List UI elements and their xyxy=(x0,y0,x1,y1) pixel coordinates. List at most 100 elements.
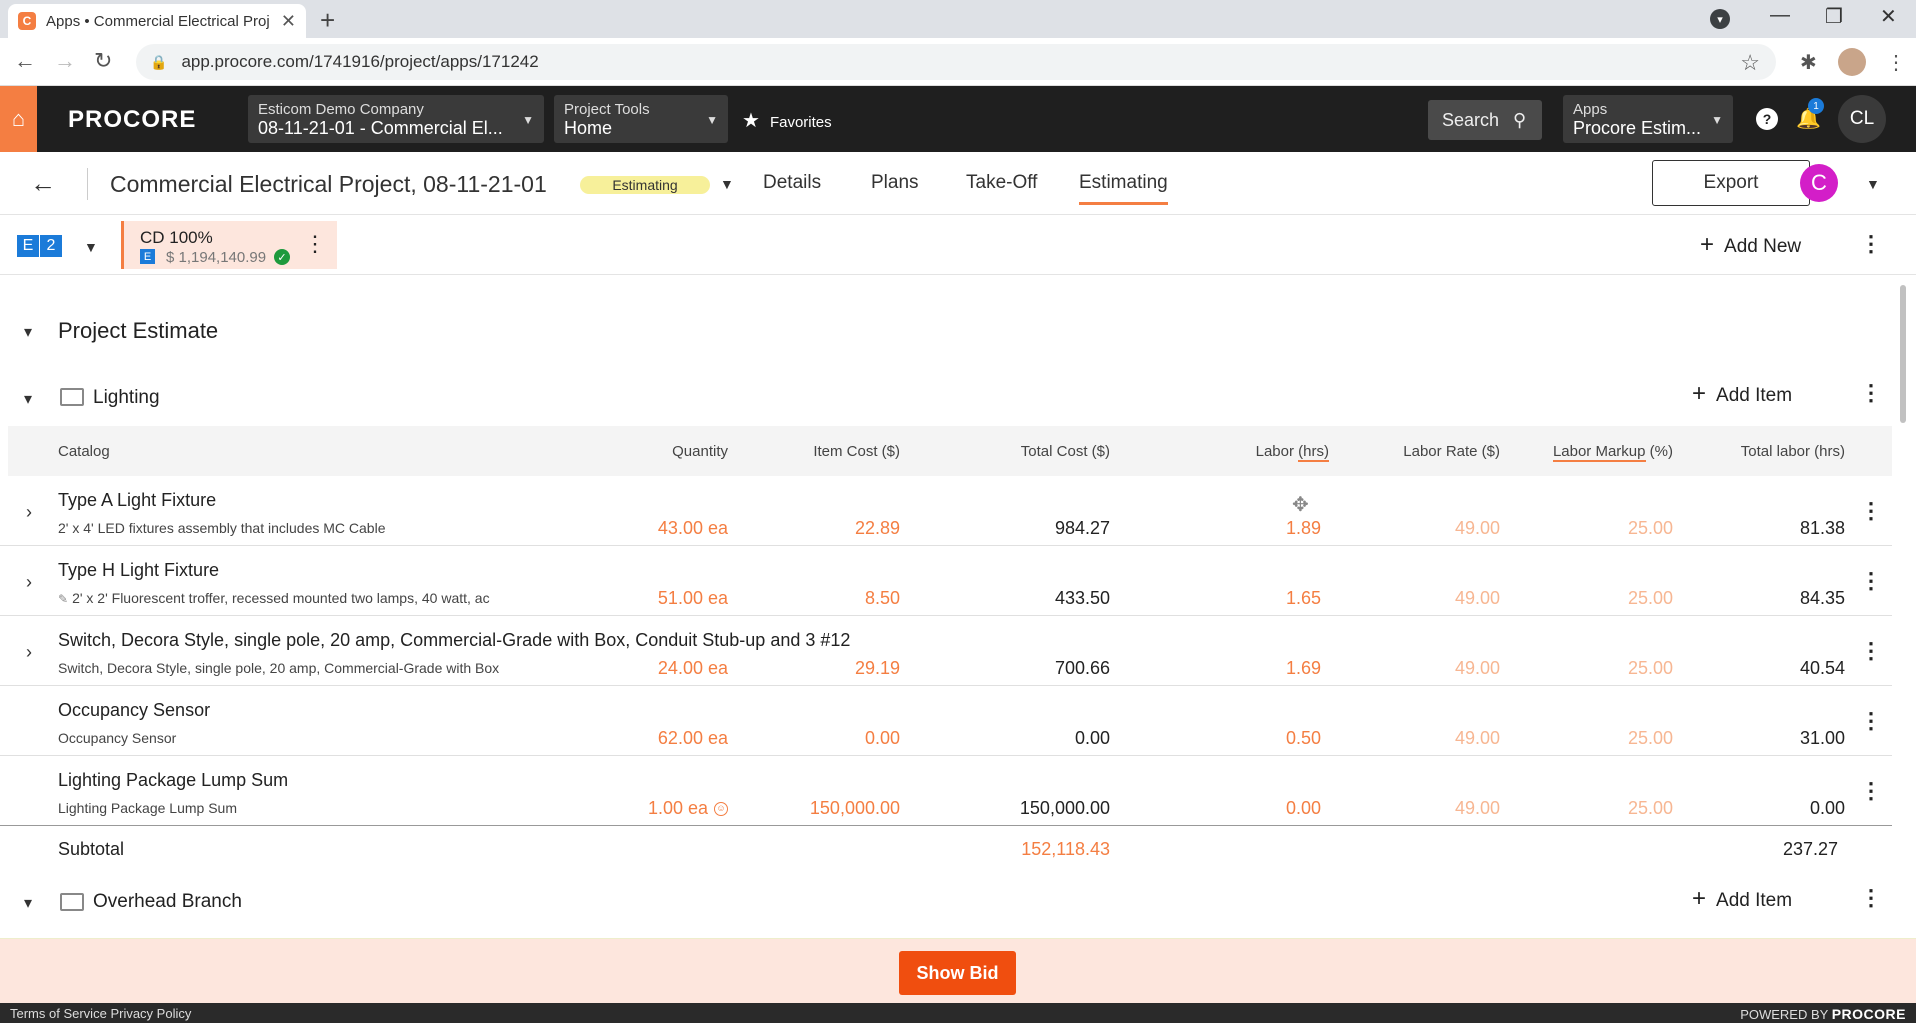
col-quantity[interactable]: Quantity xyxy=(672,443,728,460)
divider xyxy=(87,168,88,200)
labor-markup-cell[interactable]: 25.00 xyxy=(1628,588,1673,609)
status-dropdown-icon[interactable]: ▼ xyxy=(720,176,734,192)
tab-take-off[interactable]: Take-Off xyxy=(966,172,1037,194)
quantity-cell[interactable]: 1.00 ea ☺ xyxy=(648,798,728,819)
table-row[interactable]: › Type H Light Fixture ✎ 2' x 2' Fluoresc… xyxy=(0,546,1892,616)
bookmark-star-icon[interactable]: ☆ xyxy=(1740,50,1760,76)
expand-chevron-icon[interactable]: › xyxy=(26,572,32,593)
reload-icon[interactable]: ↻ xyxy=(94,48,112,74)
labor-markup-cell[interactable]: 25.00 xyxy=(1628,798,1673,819)
col-item-cost[interactable]: Item Cost ($) xyxy=(813,443,900,460)
back-arrow-icon[interactable]: ← xyxy=(30,168,56,199)
url-input[interactable]: 🔒 app.procore.com/1741916/project/apps/1… xyxy=(136,44,1776,80)
close-tab-icon[interactable]: ✕ xyxy=(281,11,296,32)
chevron-down-icon[interactable]: ▼ xyxy=(1866,176,1880,192)
estimate-card[interactable]: CD 100% E $ 1,194,140.99 ✓ ⋮ xyxy=(121,221,337,269)
table-row[interactable]: Lighting Package Lump Sum Lighting Packa… xyxy=(0,756,1892,826)
minimize-icon[interactable]: — xyxy=(1770,4,1790,27)
more-options-icon[interactable]: ⋮ xyxy=(1860,568,1882,594)
add-item-button[interactable]: + Add Item xyxy=(1692,885,1792,913)
col-catalog[interactable]: Catalog xyxy=(58,443,110,460)
back-icon[interactable]: ← xyxy=(14,48,36,74)
labor-rate-cell[interactable]: 49.00 xyxy=(1455,658,1500,679)
col-labor-rate[interactable]: Labor Rate ($) xyxy=(1403,443,1500,460)
browser-menu-icon[interactable]: ⋮ xyxy=(1886,50,1906,75)
collapse-chevron-icon[interactable]: ▾ xyxy=(24,389,32,409)
more-options-icon[interactable]: ⋮ xyxy=(304,231,326,257)
more-options-icon[interactable]: ⋮ xyxy=(1860,638,1882,664)
col-labor-markup[interactable]: Labor Markup (%) xyxy=(1552,443,1673,462)
more-options-icon[interactable]: ⋮ xyxy=(1860,231,1882,257)
search-button[interactable]: Search ⚲ xyxy=(1428,100,1542,140)
window-close-icon[interactable]: ✕ xyxy=(1880,4,1897,29)
more-options-icon[interactable]: ⋮ xyxy=(1860,380,1882,406)
estimate-dropdown-icon[interactable]: ▼ xyxy=(84,239,98,255)
help-icon[interactable]: ? xyxy=(1756,108,1778,130)
labor-rate-cell[interactable]: 49.00 xyxy=(1455,518,1500,539)
browser-profile-avatar[interactable] xyxy=(1838,48,1866,76)
add-item-button[interactable]: + Add Item xyxy=(1692,380,1792,408)
collapse-chevron-icon[interactable]: ▾ xyxy=(24,322,32,342)
user-avatar[interactable]: C xyxy=(1800,164,1838,202)
quantity-cell[interactable]: 24.00 ea xyxy=(658,658,728,679)
export-button[interactable]: Export xyxy=(1652,160,1810,206)
terms-link[interactable]: Terms of Service xyxy=(10,1006,107,1021)
more-options-icon[interactable]: ⋮ xyxy=(1860,708,1882,734)
browser-tab[interactable]: C Apps • Commercial Electrical Proj ✕ xyxy=(8,4,306,38)
tab-details[interactable]: Details xyxy=(763,172,821,194)
project-tools-selector[interactable]: Project Tools Home ▼ xyxy=(554,95,728,143)
labor-rate-cell[interactable]: 49.00 xyxy=(1455,588,1500,609)
home-icon[interactable]: ⌂ xyxy=(0,86,37,152)
table-row[interactable]: › Switch, Decora Style, single pole, 20 … xyxy=(0,616,1892,686)
favorites-button[interactable]: ★ Favorites xyxy=(742,108,832,133)
footer: Terms of Service Privacy Policy POWERED … xyxy=(0,1003,1916,1023)
search-icon: ⚲ xyxy=(1513,109,1527,130)
labor-rate-cell[interactable]: 49.00 xyxy=(1455,798,1500,819)
labor-cell[interactable]: 1.89 xyxy=(1286,518,1321,539)
col-labor[interactable]: Labor (hrs) xyxy=(1256,443,1329,462)
new-tab-icon[interactable]: + xyxy=(320,5,335,36)
tab-plans[interactable]: Plans xyxy=(871,172,919,194)
labor-cell[interactable]: 1.65 xyxy=(1286,588,1321,609)
estimate-version-badge: 2 xyxy=(40,235,62,257)
user-avatar[interactable]: CL xyxy=(1838,95,1886,143)
table-row[interactable]: Occupancy Sensor Occupancy Sensor 62.00 … xyxy=(0,686,1892,756)
labor-cell[interactable]: 1.69 xyxy=(1286,658,1321,679)
project-selector[interactable]: Esticom Demo Company 08-11-21-01 - Comme… xyxy=(248,95,544,143)
status-badge[interactable]: Estimating xyxy=(580,176,710,194)
labor-cell[interactable]: 0.00 xyxy=(1286,798,1321,819)
collapse-chevron-icon[interactable]: ▾ xyxy=(24,893,32,913)
table-row[interactable]: › Type A Light Fixture 2' x 4' LED fixtu… xyxy=(0,476,1892,546)
labor-cell[interactable]: 0.50 xyxy=(1286,728,1321,749)
item-cost-cell[interactable]: 150,000.00 xyxy=(810,798,900,819)
quantity-cell[interactable]: 62.00 ea xyxy=(658,728,728,749)
col-total-labor[interactable]: Total labor (hrs) xyxy=(1741,443,1845,460)
extensions-icon[interactable]: ✱ xyxy=(1800,50,1817,75)
forward-icon[interactable]: → xyxy=(54,48,76,74)
scrollbar[interactable] xyxy=(1900,285,1906,423)
labor-markup-cell[interactable]: 25.00 xyxy=(1628,658,1673,679)
apps-selector[interactable]: Apps Procore Estim... ▼ xyxy=(1563,95,1733,143)
expand-chevron-icon[interactable]: › xyxy=(26,502,32,523)
more-options-icon[interactable]: ⋮ xyxy=(1860,778,1882,804)
privacy-link[interactable]: Privacy Policy xyxy=(110,1006,191,1021)
item-cost-cell[interactable]: 0.00 xyxy=(865,728,900,749)
add-new-button[interactable]: + Add New xyxy=(1700,231,1801,259)
quantity-cell[interactable]: 51.00 ea xyxy=(658,588,728,609)
show-bid-button[interactable]: Show Bid xyxy=(899,951,1016,995)
more-options-icon[interactable]: ⋮ xyxy=(1860,498,1882,524)
tab-estimating[interactable]: Estimating xyxy=(1079,172,1168,205)
labor-markup-cell[interactable]: 25.00 xyxy=(1628,518,1673,539)
restore-icon[interactable]: ❐ xyxy=(1825,4,1843,29)
item-cost-cell[interactable]: 22.89 xyxy=(855,518,900,539)
move-cursor-icon: ✥ xyxy=(1292,494,1309,516)
labor-rate-cell[interactable]: 49.00 xyxy=(1455,728,1500,749)
quantity-cell[interactable]: 43.00 ea xyxy=(658,518,728,539)
expand-chevron-icon[interactable]: › xyxy=(26,642,32,663)
labor-markup-cell[interactable]: 25.00 xyxy=(1628,728,1673,749)
more-options-icon[interactable]: ⋮ xyxy=(1860,885,1882,911)
tab-search-icon[interactable]: ▾ xyxy=(1710,9,1730,29)
col-total-cost[interactable]: Total Cost ($) xyxy=(1021,443,1110,460)
item-cost-cell[interactable]: 8.50 xyxy=(865,588,900,609)
item-cost-cell[interactable]: 29.19 xyxy=(855,658,900,679)
